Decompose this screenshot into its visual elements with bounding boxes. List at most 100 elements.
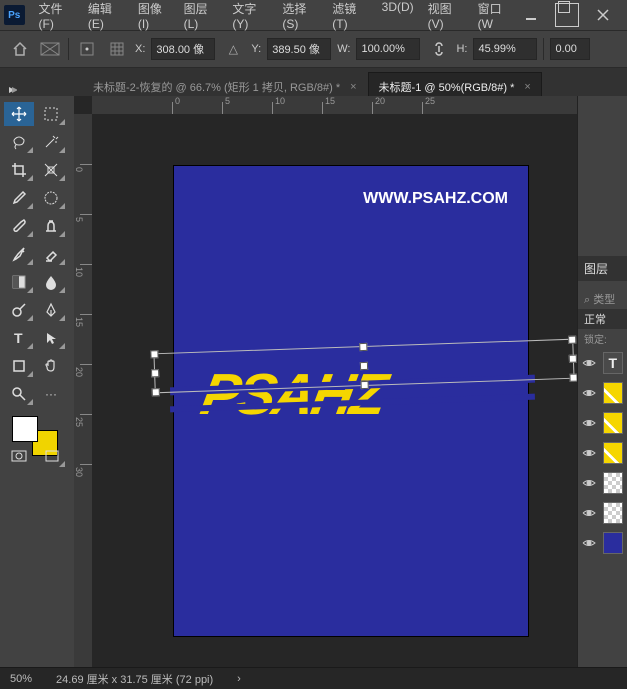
layers-tab[interactable]: 图层 bbox=[578, 256, 627, 281]
document-canvas[interactable]: WWW.PSAHZ.COM PSAHZ bbox=[174, 166, 528, 636]
visibility-icon[interactable] bbox=[582, 535, 597, 551]
layer-thumb bbox=[603, 412, 623, 434]
transform-mode-icon[interactable] bbox=[38, 37, 62, 61]
tab-2-close-icon[interactable]: × bbox=[524, 81, 530, 93]
foreground-color[interactable] bbox=[12, 416, 38, 442]
tab-1-close-icon[interactable]: × bbox=[350, 81, 356, 93]
menu-select[interactable]: 选择(S) bbox=[276, 0, 324, 35]
layer-thumb bbox=[603, 502, 623, 524]
color-swatches[interactable] bbox=[4, 410, 66, 436]
layers-panel: 图层 ⌕ 类型 正常 锁定: T bbox=[577, 96, 627, 667]
zoom-tool[interactable] bbox=[4, 382, 34, 406]
layer-row-text[interactable]: T bbox=[578, 348, 627, 378]
visibility-icon[interactable] bbox=[582, 475, 597, 491]
minimize-button[interactable] bbox=[519, 3, 543, 27]
path-selection-tool[interactable] bbox=[36, 326, 66, 350]
menu-image[interactable]: 图像(I) bbox=[132, 0, 176, 35]
options-bar: X: 308.00 像 △ Y: 389.50 像 W: 100.00% H: … bbox=[0, 30, 627, 68]
quick-mask-tool[interactable] bbox=[4, 444, 33, 468]
layers-filter[interactable]: ⌕ 类型 bbox=[578, 289, 627, 309]
document-tabs: 未标题-2-恢复的 @ 66.7% (矩形 1 拷贝, RGB/8#) * × … bbox=[0, 68, 627, 96]
tab-2-label: 未标题-1 @ 50%(RGB/8#) * bbox=[379, 79, 515, 95]
menu-view[interactable]: 视图(V) bbox=[422, 0, 470, 35]
slice-tool[interactable] bbox=[36, 158, 66, 182]
zoom-level[interactable]: 50% bbox=[10, 673, 32, 685]
hand-tool[interactable] bbox=[36, 354, 66, 378]
clone-stamp-tool[interactable] bbox=[36, 214, 66, 238]
menu-window[interactable]: 窗口(W bbox=[472, 0, 519, 35]
marquee-tool[interactable] bbox=[36, 102, 66, 126]
blur-tool[interactable] bbox=[36, 270, 66, 294]
crop-tool[interactable] bbox=[4, 158, 34, 182]
layer-row-5[interactable] bbox=[578, 498, 627, 528]
visibility-icon[interactable] bbox=[582, 415, 597, 431]
edit-toolbar[interactable]: ··· bbox=[36, 382, 66, 406]
menu-filter[interactable]: 滤镜(T) bbox=[326, 0, 373, 35]
handle-br[interactable] bbox=[569, 374, 577, 382]
shape-tool[interactable] bbox=[4, 354, 34, 378]
link-icon[interactable] bbox=[426, 37, 450, 61]
lasso-tool[interactable] bbox=[4, 130, 34, 154]
h-label: H: bbox=[456, 43, 467, 55]
x-label: X: bbox=[135, 43, 145, 55]
w-label: W: bbox=[337, 43, 350, 55]
menu-file[interactable]: 文件(F) bbox=[33, 0, 80, 35]
layer-row-2[interactable] bbox=[578, 408, 627, 438]
type-tool[interactable]: T bbox=[4, 326, 34, 350]
x-field[interactable]: 308.00 像 bbox=[151, 38, 215, 60]
handle-bl[interactable] bbox=[152, 388, 160, 396]
blend-mode-select[interactable]: 正常 bbox=[578, 309, 627, 329]
magic-wand-tool[interactable] bbox=[36, 130, 66, 154]
ruler-horizontal[interactable]: 0 5 10 15 20 25 bbox=[92, 96, 577, 114]
history-brush-tool[interactable] bbox=[4, 242, 34, 266]
handle-ml[interactable] bbox=[151, 369, 159, 377]
menu-text[interactable]: 文字(Y) bbox=[226, 0, 274, 35]
menu-layer[interactable]: 图层(L) bbox=[178, 0, 225, 35]
gradient-tool[interactable] bbox=[4, 270, 34, 294]
layer-thumb bbox=[603, 382, 623, 404]
screen-mode-tool[interactable] bbox=[37, 444, 66, 468]
document-dimensions[interactable]: 24.69 厘米 x 31.75 厘米 (72 ppi) bbox=[56, 671, 213, 687]
delta-icon[interactable]: △ bbox=[221, 37, 245, 61]
canvas-area[interactable]: 0 5 10 15 20 25 0 5 10 15 20 25 30 WWW.P… bbox=[74, 96, 577, 667]
home-icon[interactable] bbox=[8, 37, 32, 61]
move-tool[interactable] bbox=[4, 102, 34, 126]
brush-tool[interactable] bbox=[4, 214, 34, 238]
tab-2[interactable]: 未标题-1 @ 50%(RGB/8#) * × bbox=[368, 72, 542, 96]
h-field[interactable]: 45.99% bbox=[473, 38, 537, 60]
layer-row-bg[interactable] bbox=[578, 528, 627, 558]
status-bar: 50% 24.69 厘米 x 31.75 厘米 (72 ppi) › bbox=[0, 667, 627, 689]
handle-tr[interactable] bbox=[568, 336, 576, 344]
canvas-main-text: PSAHZ bbox=[196, 361, 389, 428]
menu-3d[interactable]: 3D(D) bbox=[376, 0, 420, 35]
close-button[interactable] bbox=[591, 3, 615, 27]
angle-field[interactable]: 0.00 bbox=[550, 38, 590, 60]
tab-1[interactable]: 未标题-2-恢复的 @ 66.7% (矩形 1 拷贝, RGB/8#) * × bbox=[82, 72, 368, 96]
ruler-vertical[interactable]: 0 5 10 15 20 25 30 bbox=[74, 114, 92, 667]
eyedropper-tool[interactable] bbox=[4, 186, 34, 210]
handle-tl[interactable] bbox=[150, 350, 158, 358]
restore-button[interactable] bbox=[555, 3, 579, 27]
layer-row-3[interactable] bbox=[578, 438, 627, 468]
handle-mr[interactable] bbox=[569, 355, 577, 363]
visibility-icon[interactable] bbox=[582, 445, 597, 461]
patch-tool[interactable] bbox=[36, 186, 66, 210]
visibility-icon[interactable] bbox=[582, 385, 597, 401]
pen-tool[interactable] bbox=[36, 298, 66, 322]
layer-row-4[interactable] bbox=[578, 468, 627, 498]
w-field[interactable]: 100.00% bbox=[356, 38, 420, 60]
reference-point-icon[interactable] bbox=[75, 37, 99, 61]
menu-edit[interactable]: 编辑(E) bbox=[82, 0, 130, 35]
eraser-tool[interactable] bbox=[36, 242, 66, 266]
y-field[interactable]: 389.50 像 bbox=[267, 38, 331, 60]
workspace: T ··· 0 5 10 15 20 25 0 5 10 bbox=[0, 96, 627, 667]
dodge-tool[interactable] bbox=[4, 298, 34, 322]
chevron-right-icon[interactable]: › bbox=[237, 673, 241, 685]
window-controls bbox=[519, 3, 623, 27]
search-icon: ⌕ bbox=[584, 294, 590, 306]
expand-panels-icon[interactable] bbox=[6, 84, 18, 96]
visibility-icon[interactable] bbox=[582, 355, 597, 371]
visibility-icon[interactable] bbox=[582, 505, 597, 521]
grid-icon[interactable] bbox=[105, 37, 129, 61]
layer-row-1[interactable] bbox=[578, 378, 627, 408]
